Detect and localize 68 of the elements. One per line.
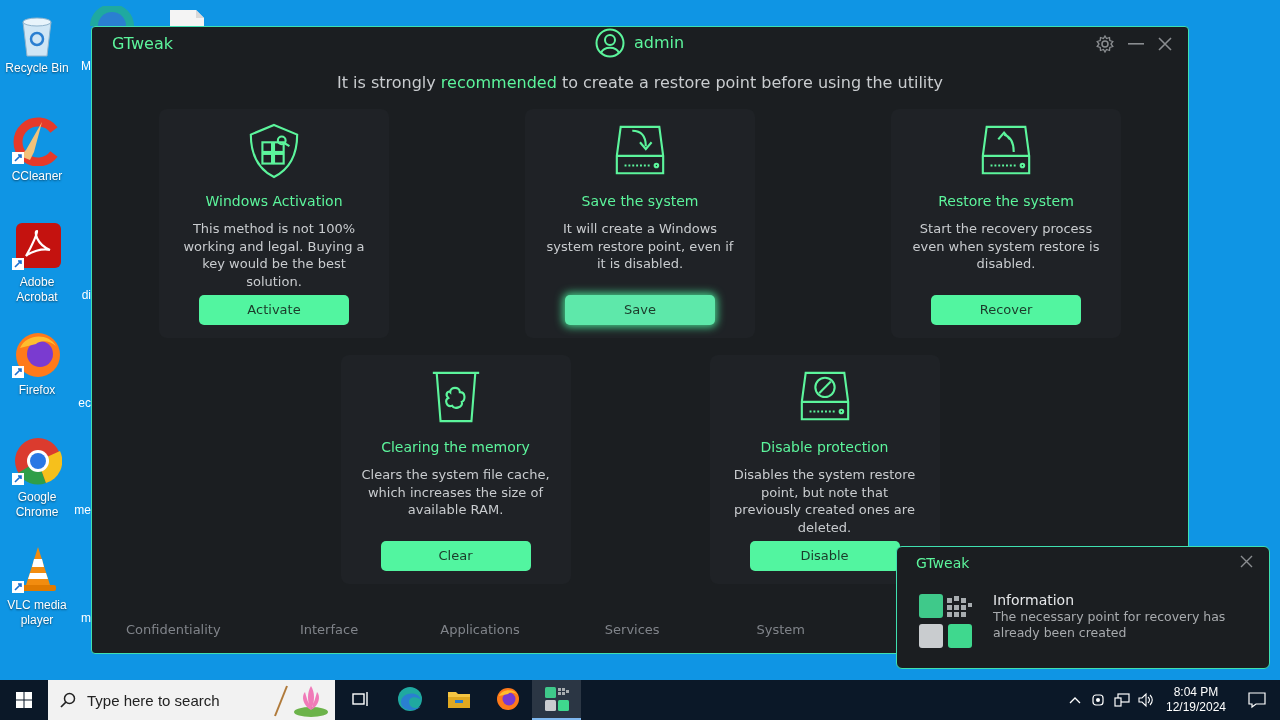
action-button[interactable]: Save: [565, 295, 715, 325]
close-button[interactable]: [1240, 555, 1253, 568]
user-name: admin: [634, 32, 685, 54]
nav-tab[interactable]: Applications: [440, 620, 520, 640]
firefox-icon: [495, 687, 520, 711]
task-view-icon: [351, 691, 370, 707]
clock-time: 8:04 PM: [1173, 685, 1219, 700]
notification-bubble-icon: [1248, 691, 1266, 709]
user-avatar-icon: [595, 28, 625, 58]
action-button[interactable]: Clear: [380, 541, 531, 571]
chrome-icon: [12, 437, 62, 487]
desktop-icon-label[interactable]: Firefox: [18, 383, 56, 398]
document-icon: [170, 10, 204, 26]
nav-tab[interactable]: System: [756, 620, 805, 640]
meet-camera-icon: [1091, 692, 1105, 708]
close-button[interactable]: [1158, 37, 1172, 51]
card-description: Clears the system file cache, which increases the size of available RAM.: [360, 466, 551, 519]
network-icon: [1114, 692, 1130, 708]
action-button[interactable]: Activate: [199, 295, 349, 325]
notification-message: The necessary point for recovery has already been created: [993, 609, 1227, 641]
card-description: It will create a Windows system restore point, even if it is disabled.: [545, 220, 735, 273]
edge-icon: [88, 6, 136, 26]
desktop-icon-label[interactable]: VLC media player: [2, 598, 72, 628]
edge-icon: [396, 686, 423, 712]
desktop-icon-label[interactable]: m: [81, 611, 91, 626]
nav-tab[interactable]: Services: [604, 620, 660, 640]
settings-button[interactable]: [1096, 35, 1114, 53]
tiles-logo-icon: [919, 594, 973, 649]
warning-notice: It is strongly recommended to create a restore point before using the utility: [335, 72, 945, 94]
desktop-icon-label[interactable]: M: [81, 59, 91, 74]
firefox-icon: [12, 330, 62, 380]
desktop-icon-label[interactable]: me: [74, 503, 91, 518]
app-title: GTweak: [112, 33, 173, 55]
card-description: Disables the system restore point, but note that previously created ones are deleted.: [732, 466, 917, 536]
notification-app-name: GTweak: [916, 554, 970, 573]
card-description: Start the recovery process even when system restore is disabled.: [911, 220, 1101, 273]
speaker-icon: [1138, 692, 1154, 708]
settings-icon: [1096, 35, 1114, 53]
pdf-app-icon: [12, 222, 62, 272]
nav-tab[interactable]: Confidentiality: [126, 620, 221, 640]
action-button[interactable]: Recover: [931, 295, 1081, 325]
folder-icon: [446, 689, 471, 709]
chevron-up-icon: [1069, 696, 1081, 704]
search-field[interactable]: Type here to search: [48, 680, 335, 720]
search-icon: [60, 692, 76, 708]
action-button[interactable]: Disable: [749, 541, 900, 571]
card-title: Restore the system: [938, 192, 1074, 211]
card-description: This method is not 100% working and legal. Buying a key would be the best solution.: [182, 220, 366, 290]
notification-title: Information: [993, 591, 1075, 610]
clock-date: 12/19/2024: [1165, 700, 1227, 715]
windows-logo-icon: [16, 692, 32, 708]
clock-button[interactable]: 8:04 PM 12/19/2024: [1158, 680, 1234, 720]
minimize-icon: [1128, 43, 1144, 45]
card-title: Windows Activation: [205, 192, 343, 211]
close-icon: [1240, 555, 1253, 568]
desktop-icon-label[interactable]: Adobe Acrobat: [2, 275, 72, 305]
desktop-icon-label[interactable]: CCleaner: [11, 169, 63, 184]
tiles-logo-icon: [544, 687, 569, 711]
card-title: Save the system: [581, 192, 699, 211]
desktop-icon-label[interactable]: Google Chrome: [2, 490, 72, 520]
desktop-icon-label[interactable]: Recycle Bin: [5, 61, 69, 76]
card-title: Disable protection: [760, 438, 889, 457]
card-title: Clearing the memory: [381, 438, 530, 457]
desktop-icon-label[interactable]: ec: [78, 396, 91, 411]
desktop-icon-label[interactable]: di: [81, 288, 91, 303]
nav-tab[interactable]: Interface: [299, 620, 359, 640]
taskbar-app-button[interactable]: [532, 680, 581, 720]
close-icon: [1158, 37, 1172, 51]
